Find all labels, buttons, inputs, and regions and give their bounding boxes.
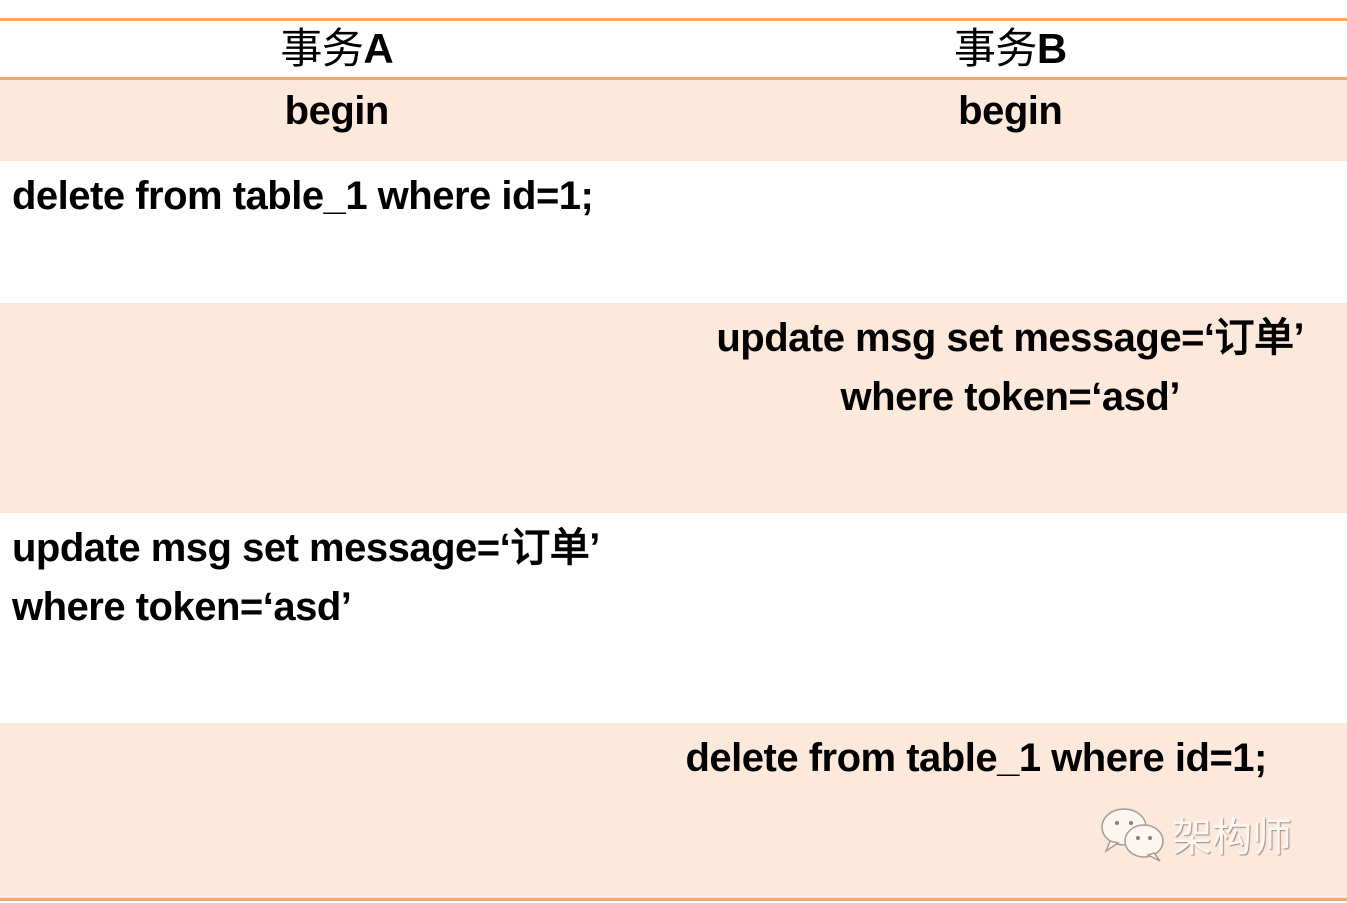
table-row: update msg set message=‘订单’ where token=… [0,303,1347,513]
watermark: 架构师 [1100,805,1292,863]
cell-b [674,513,1347,723]
header-a-suffix: A [363,25,394,72]
header-b-suffix: B [1036,25,1067,72]
cell-b: update msg set message=‘订单’ where token=… [716,316,1305,419]
wechat-icon [1101,808,1164,862]
header-a-cjk: 事务 [280,24,364,73]
header-transaction-a: 事务A [0,21,674,77]
table-row: begin begin [0,80,1347,161]
header-transaction-b: 事务B [674,21,1347,77]
header-b-cjk: 事务 [953,24,1038,73]
cell-a [0,723,674,898]
cell-b [674,161,1347,303]
cell-a: delete from table_1 where id=1; [12,174,594,218]
cell-a: begin [284,89,390,133]
watermark-text: 架构师 [1172,815,1292,861]
cell-a [0,303,674,513]
header-row: 事务A 事务B [0,18,1347,80]
cell-a: update msg set message=‘订单’ where token=… [12,526,599,629]
table-row: delete from table_1 where id=1; [0,161,1347,303]
cell-b: begin [958,89,1063,133]
transaction-table: 事务A 事务B begin begin delete from table_1 … [0,18,1347,901]
table-row: update msg set message=‘订单’ where token=… [0,513,1347,723]
